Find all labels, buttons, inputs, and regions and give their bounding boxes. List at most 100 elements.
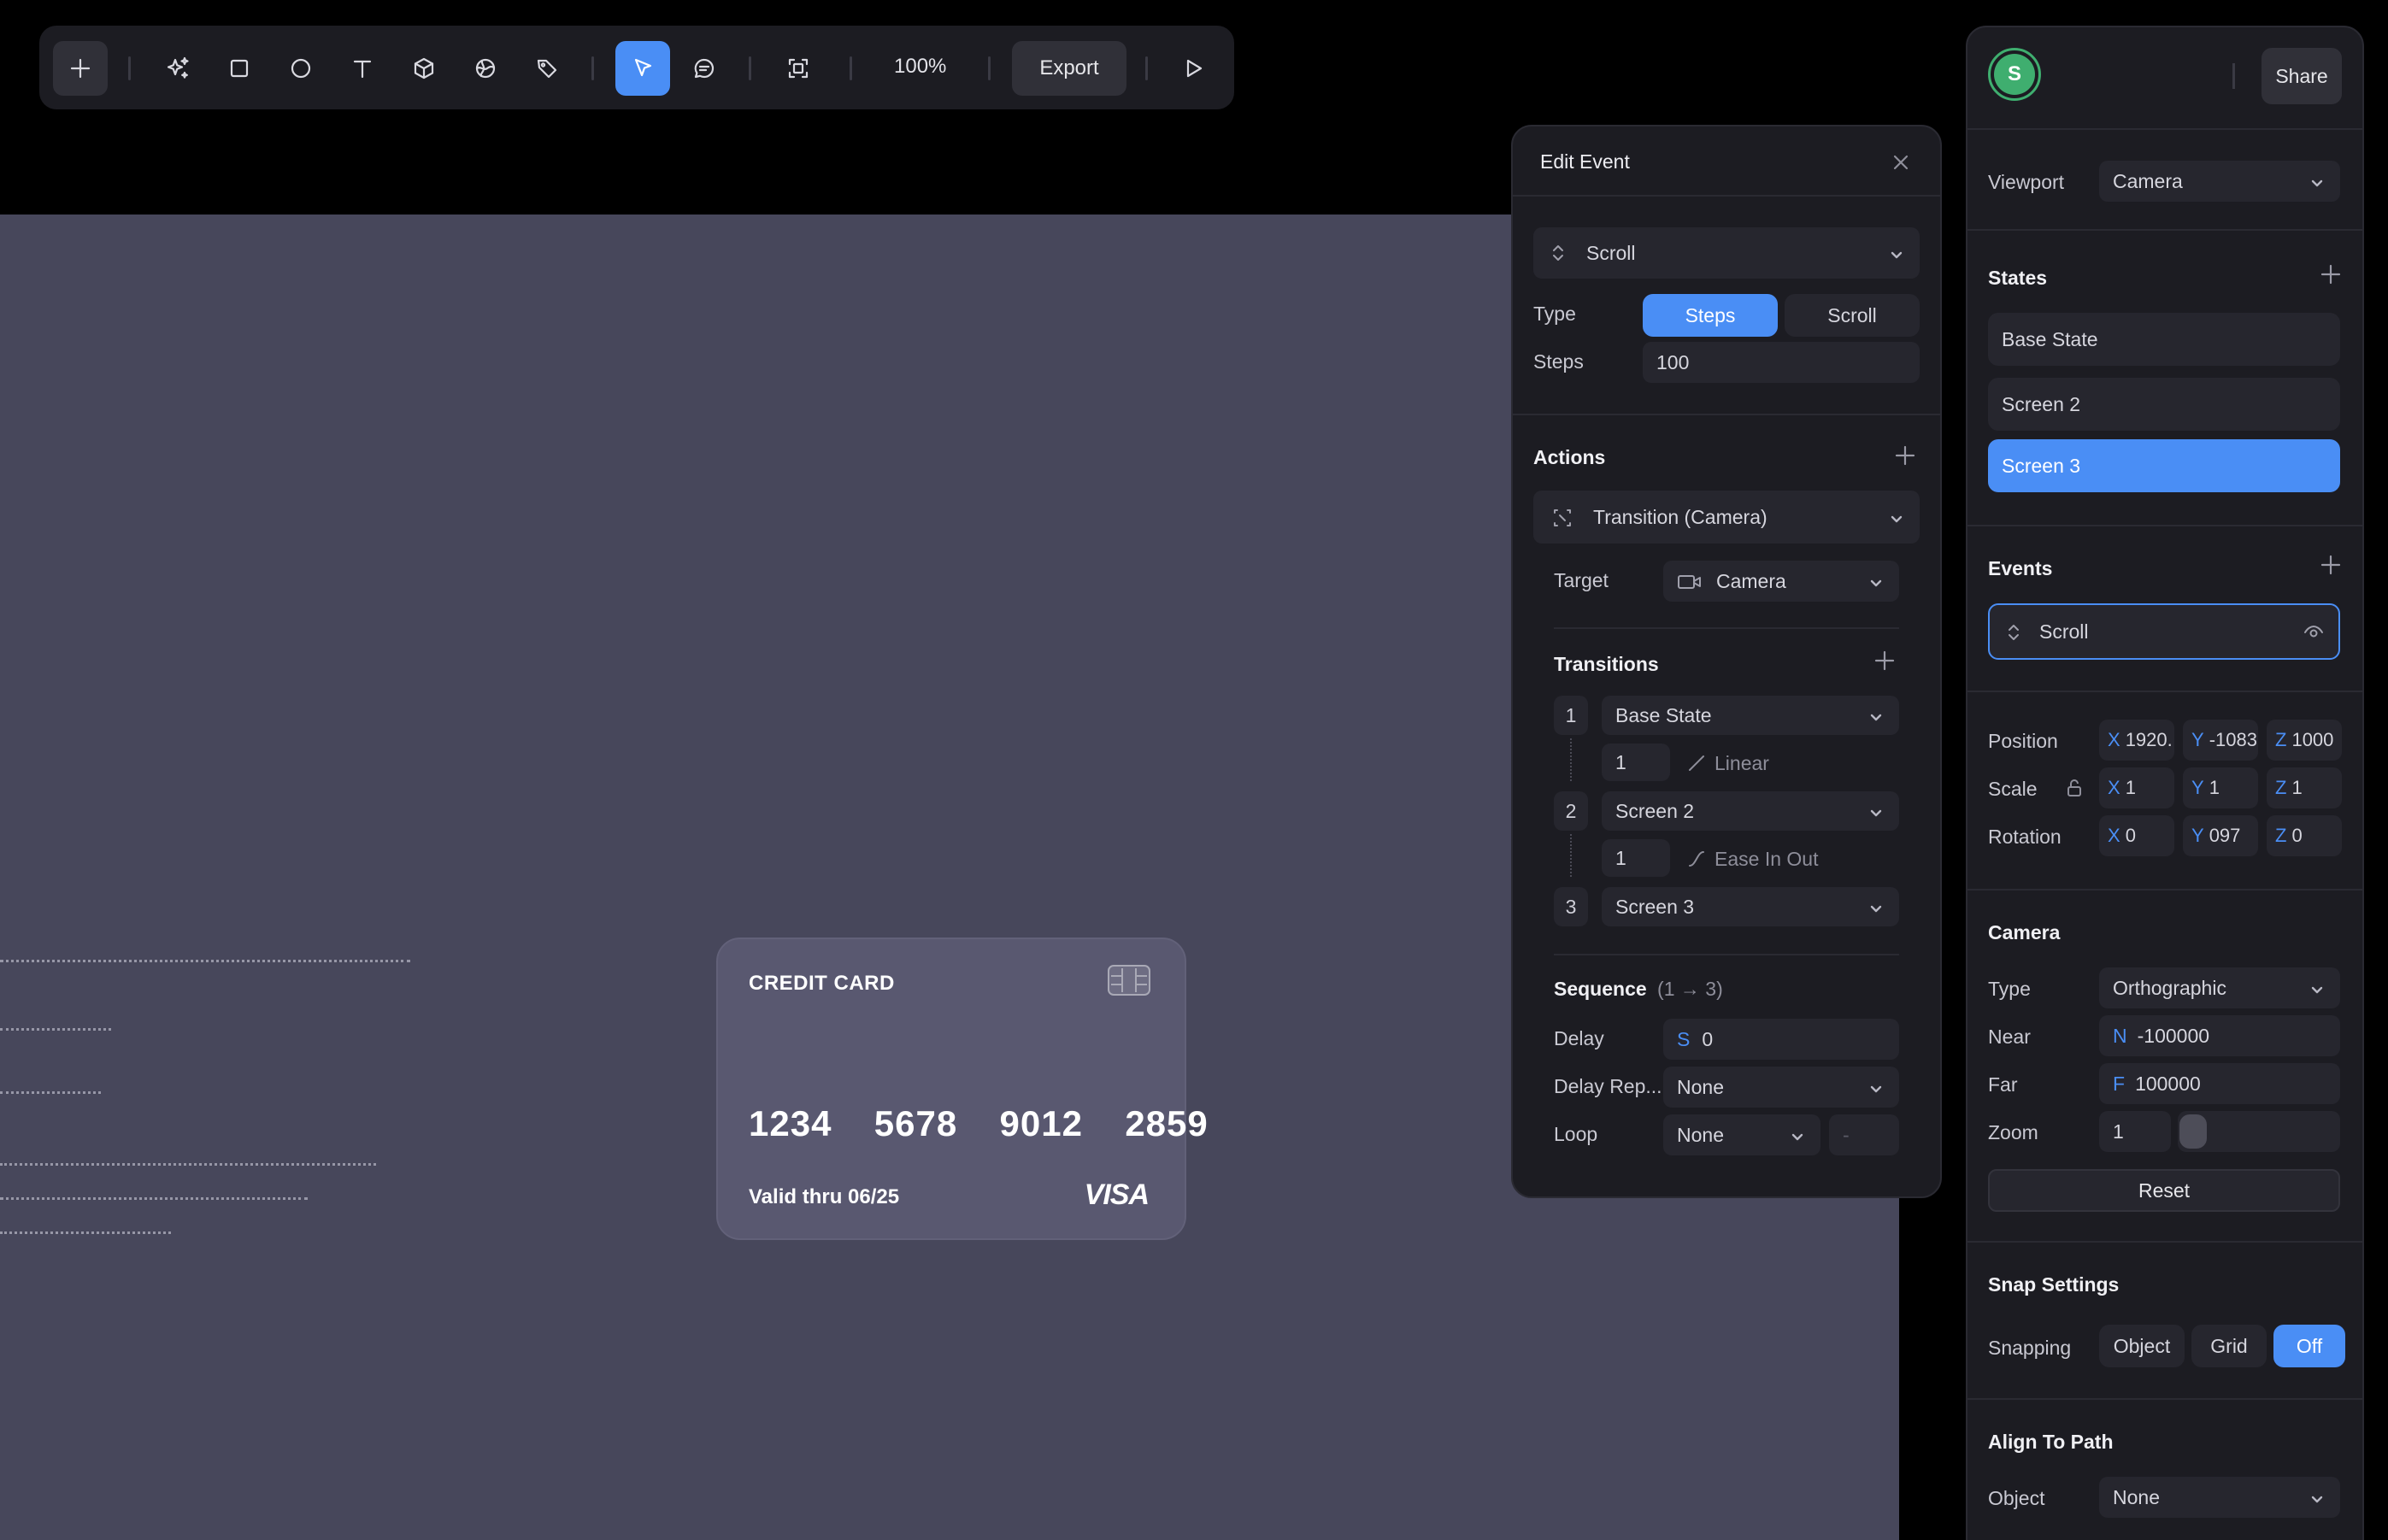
delay-value: 0 <box>1702 1027 1714 1050</box>
event-type-select[interactable]: Scroll <box>1533 227 1920 279</box>
zoom-label: Zoom <box>1988 1121 2038 1143</box>
rotation-x-value: 0 <box>2125 825 2136 846</box>
panel-divider <box>1967 1241 2362 1243</box>
header-divider <box>2232 63 2235 89</box>
easing-label[interactable]: Linear <box>1715 752 1769 775</box>
add-state-icon[interactable] <box>2320 263 2342 285</box>
lock-icon[interactable] <box>2065 778 2084 802</box>
position-x-input[interactable]: X 1920. <box>2099 720 2174 761</box>
scale-label: Scale <box>1988 778 2038 800</box>
delay-repeat-select[interactable]: None <box>1663 1067 1899 1108</box>
snap-settings-header: Snap Settings <box>1988 1273 2120 1296</box>
target-select[interactable]: Camera <box>1663 561 1899 602</box>
export-button[interactable]: Export <box>1012 41 1126 96</box>
action-select[interactable]: Transition (Camera) <box>1533 491 1920 544</box>
rotation-z-value: 0 <box>2291 825 2303 846</box>
rotation-x-input[interactable]: X0 <box>2099 815 2174 856</box>
type-label: Type <box>1533 303 1576 325</box>
comment-icon[interactable] <box>677 41 732 96</box>
zoom-slider[interactable] <box>2178 1111 2340 1152</box>
chevron-down-icon <box>1889 244 1904 260</box>
position-z-input[interactable]: Z 1000 <box>2267 720 2342 761</box>
transition-duration-input[interactable]: 1 <box>1602 839 1670 877</box>
snap-off-button[interactable]: Off <box>2273 1325 2345 1367</box>
panel-divider <box>1967 889 2362 890</box>
rotation-y-input[interactable]: Y 097 <box>2183 815 2258 856</box>
credit-card[interactable]: CREDIT CARD 1234 5678 9012 2859 Valid th… <box>716 938 1208 1240</box>
far-input[interactable]: F 100000 <box>2099 1063 2340 1104</box>
state-item-screen-3[interactable]: Screen 3 <box>1988 439 2340 492</box>
transition-duration-input[interactable]: 1 <box>1602 744 1670 781</box>
easing-label[interactable]: Ease In Out <box>1715 848 1818 871</box>
ellipse-icon[interactable] <box>274 41 328 96</box>
delay-label: Delay <box>1554 1027 1604 1049</box>
edit-event-title: Edit Event <box>1540 150 1630 173</box>
add-transition-icon[interactable] <box>1873 650 1896 672</box>
add-action-icon[interactable] <box>1894 444 1916 467</box>
viewport-select[interactable]: Camera <box>2099 161 2340 202</box>
delay-repeat-label: Delay Rep... <box>1554 1075 1662 1097</box>
delay-input[interactable]: S 0 <box>1663 1019 1899 1060</box>
updown-arrows-icon <box>1550 243 1566 268</box>
type-steps-button[interactable]: Steps <box>1643 294 1778 337</box>
near-input[interactable]: N -100000 <box>2099 1015 2340 1056</box>
sequence-range: (1 → 3) <box>1657 978 1723 1000</box>
eye-icon[interactable] <box>2303 622 2325 648</box>
loop-select[interactable]: None <box>1663 1114 1820 1155</box>
transition-state-select[interactable]: Screen 2 <box>1602 791 1899 831</box>
position-x-value: 1920. <box>2125 729 2173 750</box>
rotation-label: Rotation <box>1988 826 2062 848</box>
snap-grid-button[interactable]: Grid <box>2191 1325 2267 1367</box>
zoom-input[interactable]: 1 <box>2099 1111 2171 1152</box>
close-icon[interactable] <box>1889 150 1913 174</box>
rotation-z-input[interactable]: Z0 <box>2267 815 2342 856</box>
transition-index: 2 <box>1554 791 1588 831</box>
object-select[interactable]: None <box>2099 1477 2340 1518</box>
event-item-scroll[interactable]: Scroll <box>1988 603 2340 660</box>
transition-index: 1 <box>1554 696 1588 735</box>
steps-input[interactable]: 100 <box>1643 342 1920 383</box>
panel-divider <box>1967 691 2362 692</box>
ai-sparkle-icon[interactable] <box>150 41 205 96</box>
position-y-value: -1083 <box>2209 729 2257 750</box>
avatar[interactable]: S <box>1988 48 2041 101</box>
connector-line <box>1570 738 1572 781</box>
rectangle-icon[interactable] <box>212 41 267 96</box>
scale-z-input[interactable]: Z1 <box>2267 767 2342 808</box>
scale-x-value: 1 <box>2125 777 2136 798</box>
pointer-icon[interactable] <box>615 41 670 96</box>
cube-icon[interactable] <box>397 41 451 96</box>
zoom-level[interactable]: 100% <box>894 55 946 79</box>
snap-object-button[interactable]: Object <box>2099 1325 2185 1367</box>
card-chip-icon <box>1108 965 1150 996</box>
play-icon[interactable] <box>1166 41 1220 96</box>
delay-repeat-value: None <box>1677 1075 1724 1098</box>
add-icon[interactable] <box>53 41 108 96</box>
scale-z-value: 1 <box>2291 777 2303 798</box>
state-item-screen-2[interactable]: Screen 2 <box>1988 378 2340 431</box>
add-event-icon[interactable] <box>2320 554 2342 576</box>
frame-icon[interactable] <box>771 41 826 96</box>
state-item-base[interactable]: Base State <box>1988 313 2340 366</box>
tag-icon[interactable] <box>520 41 574 96</box>
loop-count-input[interactable]: - <box>1829 1114 1899 1155</box>
reset-button[interactable]: Reset <box>1988 1169 2340 1212</box>
panel-divider <box>1967 229 2362 231</box>
scale-y-value: 1 <box>2209 777 2220 798</box>
globe-icon[interactable] <box>458 41 513 96</box>
text-icon[interactable] <box>335 41 390 96</box>
toolbar-divider <box>128 56 131 80</box>
scale-y-input[interactable]: Y1 <box>2183 767 2258 808</box>
near-prefix: N <box>2113 1024 2127 1047</box>
position-y-input[interactable]: Y -1083 <box>2183 720 2258 761</box>
zoom-slider-handle[interactable] <box>2179 1114 2207 1149</box>
camera-type-select[interactable]: Orthographic <box>2099 967 2340 1008</box>
type-scroll-button[interactable]: Scroll <box>1785 294 1920 337</box>
snapping-label: Snapping <box>1988 1337 2072 1359</box>
share-button[interactable]: Share <box>2262 48 2342 104</box>
chevron-down-icon <box>1868 802 1884 818</box>
transition-state-select[interactable]: Base State <box>1602 696 1899 735</box>
scale-x-input[interactable]: X1 <box>2099 767 2174 808</box>
viewport-label: Viewport <box>1988 171 2065 193</box>
transition-state-select[interactable]: Screen 3 <box>1602 887 1899 926</box>
